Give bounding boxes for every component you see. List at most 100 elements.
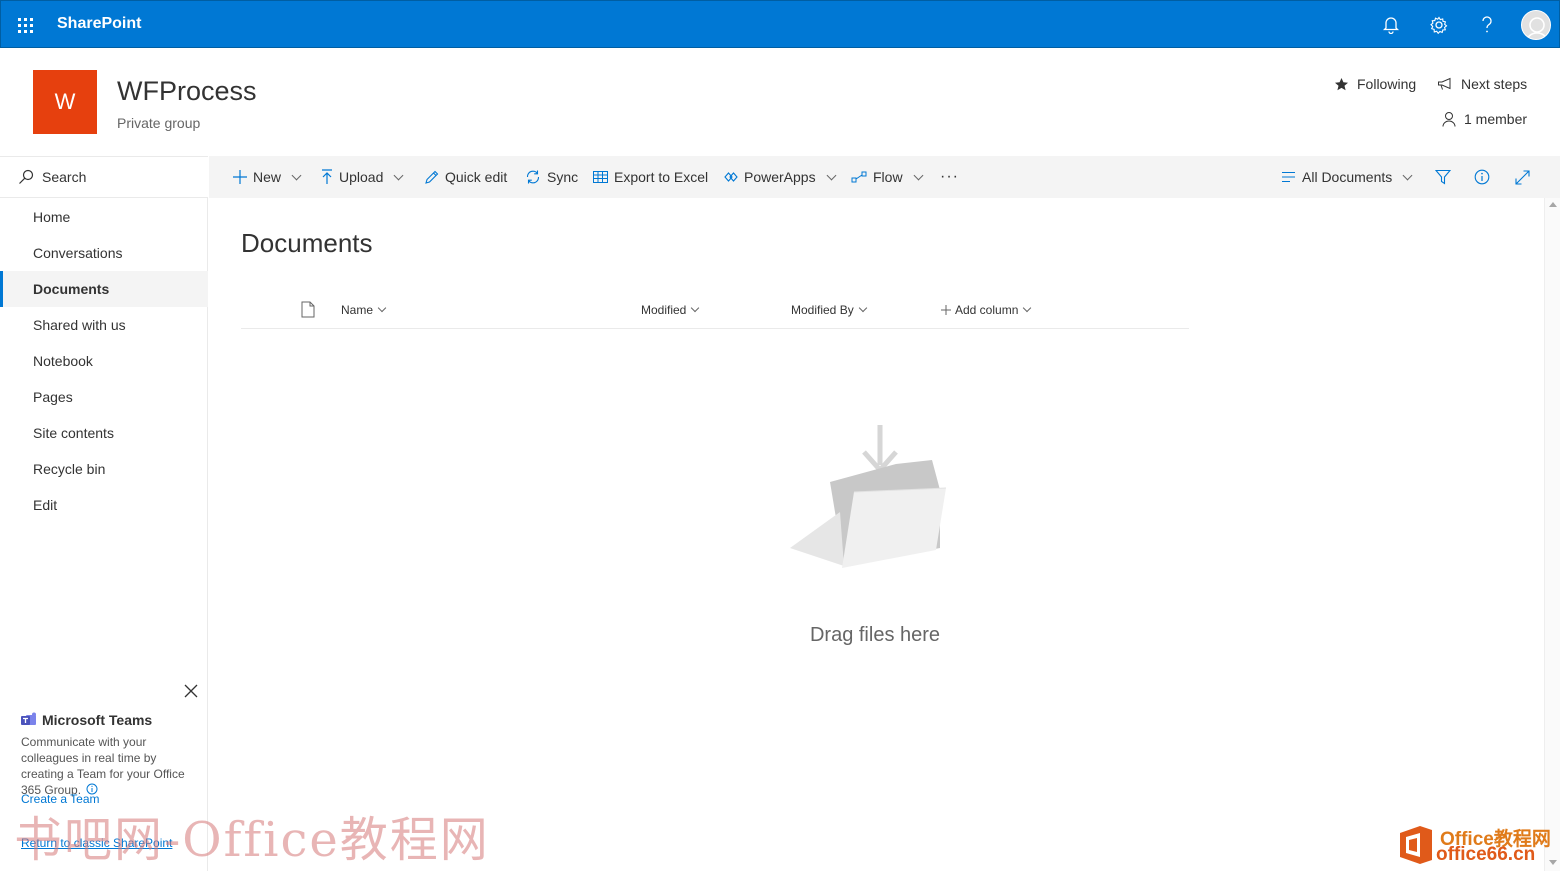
chevron-down-icon [377,303,387,313]
column-header-row: Name Modified Modified By Add column [241,293,1189,329]
site-title[interactable]: WFProcess [117,76,257,107]
view-selector[interactable]: All Documents [1281,156,1413,198]
megaphone-icon [1438,77,1451,90]
flow-icon [851,171,867,183]
file-type-icon[interactable] [301,301,315,318]
chevron-down-icon [858,303,867,313]
teams-icon [21,712,36,725]
list-icon [1282,171,1295,183]
chevron-down-icon [913,170,924,180]
nav-item-conversations[interactable]: Conversations [0,235,208,271]
app-launcher-icon[interactable] [13,13,37,37]
watermark-right: Office教程网 office66.cn [1392,820,1558,870]
search-icon [19,169,34,184]
chevron-down-icon [1402,170,1413,180]
column-modified[interactable]: Modified [641,303,700,317]
page-title: Documents [241,228,373,258]
upload-label: Upload [339,169,384,185]
filter-button[interactable] [1435,156,1451,198]
powerapps-button[interactable]: PowerApps [724,156,837,198]
members-label: 1 member [1464,111,1528,127]
nav-item-site-contents[interactable]: Site contents [0,415,208,451]
quick-edit-button[interactable]: Quick edit [424,156,507,198]
following-button[interactable]: Following [1334,76,1416,92]
fullscreen-button[interactable] [1515,156,1530,198]
chevron-down-icon [691,303,700,313]
powerapps-label: PowerApps [744,169,816,185]
close-icon[interactable] [184,684,200,700]
nav-item-edit[interactable]: Edit [0,487,208,523]
teams-title-label: Microsoft Teams [42,712,153,728]
excel-icon [593,171,608,183]
nav-item-documents[interactable]: Documents [0,271,208,307]
export-to-excel-button[interactable]: Export to Excel [593,156,708,198]
chevron-down-icon [393,170,404,180]
nav-item-pages[interactable]: Pages [0,379,208,415]
watermark-right-line2: office66.cn [1436,844,1536,865]
site-logo-letter: W [54,89,76,114]
next-steps-label: Next steps [1461,76,1528,92]
vertical-scrollbar[interactable] [1544,198,1560,871]
plus-icon [233,170,247,184]
view-label: All Documents [1302,169,1393,185]
chevron-down-icon [1023,303,1032,313]
plus-icon [941,305,951,315]
column-name[interactable]: Name [341,303,387,317]
teams-description: Communicate with your colleagues in real… [21,734,191,798]
gear-icon[interactable] [1425,11,1453,39]
bell-icon[interactable] [1377,11,1405,39]
teams-title: Microsoft Teams [20,712,152,728]
nav-item-home[interactable]: Home [0,199,208,235]
info-icon [1474,169,1490,185]
site-header: W WFProcess Private group Following Next… [0,48,1560,156]
scroll-up-icon[interactable] [1549,202,1557,207]
export-label: Export to Excel [614,169,709,185]
add-column-label: Add column [955,303,1019,317]
add-column-button[interactable]: Add column [941,303,1032,317]
sync-icon [526,170,540,184]
info-pane-button[interactable] [1474,156,1490,198]
empty-state-text: Drag files here [809,624,941,646]
new-label: New [253,169,282,185]
sync-button[interactable]: Sync [525,156,578,198]
following-label: Following [1357,76,1417,92]
watermark-left: 书吧网-Office教程网 [14,812,490,868]
avatar[interactable] [1521,10,1551,40]
members-button[interactable]: 1 member [1442,111,1527,127]
help-icon[interactable] [1473,11,1501,39]
search-box[interactable]: Search [0,156,208,198]
expand-icon [1515,169,1530,185]
main-content: Documents Name Modified Modified By Add … [209,198,1544,871]
new-button[interactable]: New [233,156,302,198]
flow-label: Flow [873,169,903,185]
next-steps-button[interactable]: Next steps [1437,76,1527,92]
nav-list: Home Conversations Documents Shared with… [0,199,208,523]
filter-icon [1435,169,1451,185]
column-modified-by[interactable]: Modified By [791,303,867,317]
nav-item-recycle-bin[interactable]: Recycle bin [0,451,208,487]
suite-bar: SharePoint [0,0,1560,48]
chevron-down-icon [826,170,837,180]
column-modified-label: Modified [641,303,687,317]
upload-icon [322,169,332,184]
left-navigation: Search Home Conversations Documents Shar… [0,156,208,871]
teams-description-text: Communicate with your colleagues in real… [21,735,185,797]
office-logo-icon [1396,824,1436,866]
upload-button[interactable]: Upload [321,156,404,198]
star-icon [1335,77,1348,90]
quick-edit-label: Quick edit [445,169,508,185]
flow-button[interactable]: Flow [851,156,924,198]
chevron-down-icon [291,170,302,180]
sync-label: Sync [547,169,579,185]
pencil-icon [425,170,439,184]
more-button[interactable]: ··· [940,156,959,198]
site-subtitle: Private group [117,115,201,131]
nav-item-notebook[interactable]: Notebook [0,343,208,379]
site-logo[interactable]: W [33,70,97,134]
command-bar: New Upload Quick edit Sync Export to Exc… [209,156,1560,198]
empty-folder-illustration [784,420,954,580]
person-icon [1442,112,1456,127]
powerapps-icon [724,172,738,182]
brand-label[interactable]: SharePoint [57,15,141,33]
nav-item-shared-with-us[interactable]: Shared with us [0,307,208,343]
